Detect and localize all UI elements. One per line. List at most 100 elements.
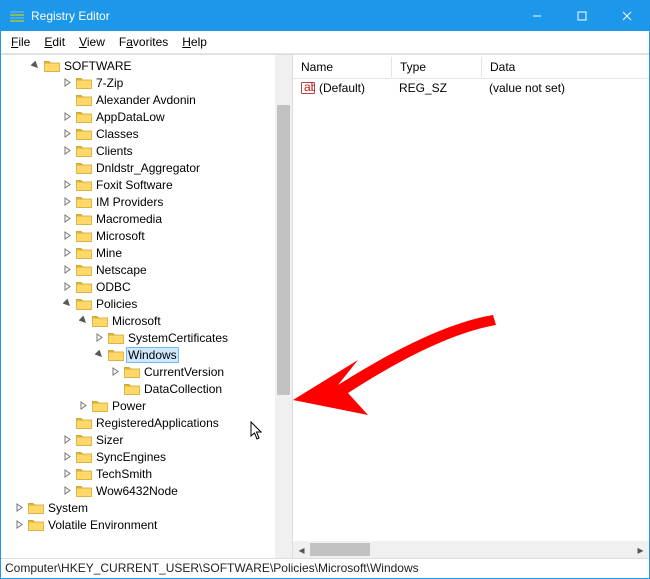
expand-toggle[interactable] <box>61 144 74 157</box>
folder-icon <box>76 178 92 192</box>
registry-editor-window: Registry Editor File Edit View Favorites… <box>0 0 650 579</box>
menu-view[interactable]: View <box>73 33 111 51</box>
expand-toggle[interactable] <box>61 110 74 123</box>
tree-item[interactable]: Policies <box>61 295 292 312</box>
statusbar: Computer\HKEY_CURRENT_USER\SOFTWARE\Poli… <box>1 558 649 578</box>
tree-item[interactable]: TechSmith <box>61 465 292 482</box>
expand-toggle[interactable] <box>61 263 74 276</box>
tree-item-label: Volatile Environment <box>46 518 159 532</box>
menubar: File Edit View Favorites Help <box>1 31 649 54</box>
column-data[interactable]: Data <box>481 57 649 77</box>
window-title: Registry Editor <box>31 9 514 23</box>
expand-toggle[interactable] <box>93 331 106 344</box>
window-controls <box>514 1 649 31</box>
tree-item-label: Clients <box>94 144 135 158</box>
expand-toggle[interactable] <box>61 229 74 242</box>
folder-icon <box>76 297 92 311</box>
tree-item-label: IM Providers <box>94 195 165 209</box>
tree-item-label: Mine <box>94 246 124 260</box>
tree-item[interactable]: SyncEngines <box>61 448 292 465</box>
scrollbar-thumb[interactable] <box>310 543 370 556</box>
tree-item[interactable]: IM Providers <box>61 193 292 210</box>
tree-item[interactable]: SOFTWARE <box>29 57 292 74</box>
scroll-right-icon[interactable]: ▸ <box>632 541 649 558</box>
tree-item[interactable]: AppDataLow <box>61 108 292 125</box>
titlebar[interactable]: Registry Editor <box>1 1 649 31</box>
value-type: REG_SZ <box>399 81 447 95</box>
expand-toggle[interactable] <box>61 297 74 310</box>
value-list[interactable]: ab (Default) REG_SZ (value not set) <box>293 79 649 541</box>
expand-toggle[interactable] <box>61 212 74 225</box>
tree-item[interactable]: 7-Zip <box>61 74 292 91</box>
app-icon <box>9 8 25 24</box>
expand-toggle[interactable] <box>61 467 74 480</box>
folder-icon <box>76 433 92 447</box>
scrollbar-track[interactable] <box>310 541 632 558</box>
maximize-button[interactable] <box>559 1 604 31</box>
list-item[interactable]: ab (Default) REG_SZ (value not set) <box>293 79 649 97</box>
tree-item[interactable]: Clients <box>61 142 292 159</box>
expand-toggle[interactable] <box>61 280 74 293</box>
tree-item[interactable]: Wow6432Node <box>61 482 292 499</box>
expand-toggle[interactable] <box>61 127 74 140</box>
close-button[interactable] <box>604 1 649 31</box>
menu-edit[interactable]: Edit <box>38 33 71 51</box>
folder-icon <box>44 59 60 73</box>
tree-item-label: Foxit Software <box>94 178 175 192</box>
tree-item-label: Windows <box>126 347 179 363</box>
tree-item[interactable]: Sizer <box>61 431 292 448</box>
tree-item[interactable]: Power <box>77 397 292 414</box>
tree-item[interactable]: SystemCertificates <box>93 329 292 346</box>
expand-toggle[interactable] <box>13 518 26 531</box>
list-header: Name Type Data <box>293 55 649 79</box>
scrollbar-thumb[interactable] <box>277 105 290 395</box>
folder-icon <box>76 144 92 158</box>
folder-icon <box>92 399 108 413</box>
tree-item[interactable]: Windows <box>93 346 292 363</box>
tree-item[interactable]: Alexander Avdonin <box>61 91 292 108</box>
expand-toggle[interactable] <box>61 484 74 497</box>
tree-item[interactable]: Classes <box>61 125 292 142</box>
status-path: Computer\HKEY_CURRENT_USER\SOFTWARE\Poli… <box>5 561 419 575</box>
scroll-left-icon[interactable]: ◂ <box>293 541 310 558</box>
expand-toggle[interactable] <box>61 76 74 89</box>
registry-tree[interactable]: SOFTWARE7-ZipAlexander AvdoninAppDataLow… <box>1 55 292 558</box>
column-type[interactable]: Type <box>391 57 481 77</box>
tree-item[interactable]: Volatile Environment <box>13 516 292 533</box>
tree-item[interactable]: Macromedia <box>61 210 292 227</box>
expand-toggle[interactable] <box>77 399 90 412</box>
tree-item-label: CurrentVersion <box>142 365 226 379</box>
expand-toggle[interactable] <box>29 59 42 72</box>
menu-file[interactable]: File <box>5 33 36 51</box>
expand-toggle[interactable] <box>93 348 106 361</box>
tree-item-label: TechSmith <box>94 467 154 481</box>
expand-toggle[interactable] <box>109 365 122 378</box>
tree-item[interactable]: Microsoft <box>61 227 292 244</box>
expand-toggle[interactable] <box>61 195 74 208</box>
expand-toggle[interactable] <box>77 314 90 327</box>
tree-vertical-scrollbar[interactable] <box>275 55 292 558</box>
column-name[interactable]: Name <box>293 57 391 77</box>
tree-item[interactable]: CurrentVersion <box>109 363 292 380</box>
minimize-button[interactable] <box>514 1 559 31</box>
tree-item[interactable]: Foxit Software <box>61 176 292 193</box>
menu-help[interactable]: Help <box>176 33 213 51</box>
tree-pane[interactable]: SOFTWARE7-ZipAlexander AvdoninAppDataLow… <box>1 55 293 558</box>
expand-toggle[interactable] <box>61 433 74 446</box>
tree-item[interactable]: DataCollection <box>109 380 292 397</box>
expand-toggle[interactable] <box>61 450 74 463</box>
expand-toggle[interactable] <box>61 246 74 259</box>
tree-item[interactable]: Microsoft <box>77 312 292 329</box>
tree-item[interactable]: RegisteredApplications <box>61 414 292 431</box>
tree-item-label: SystemCertificates <box>126 331 230 345</box>
folder-icon <box>76 246 92 260</box>
tree-item[interactable]: ODBC <box>61 278 292 295</box>
expand-toggle[interactable] <box>13 501 26 514</box>
tree-item[interactable]: System <box>13 499 292 516</box>
tree-item[interactable]: Dnldstr_Aggregator <box>61 159 292 176</box>
menu-favorites[interactable]: Favorites <box>113 33 174 51</box>
expand-toggle[interactable] <box>61 178 74 191</box>
value-horizontal-scrollbar[interactable]: ◂ ▸ <box>293 541 649 558</box>
tree-item[interactable]: Mine <box>61 244 292 261</box>
tree-item[interactable]: Netscape <box>61 261 292 278</box>
